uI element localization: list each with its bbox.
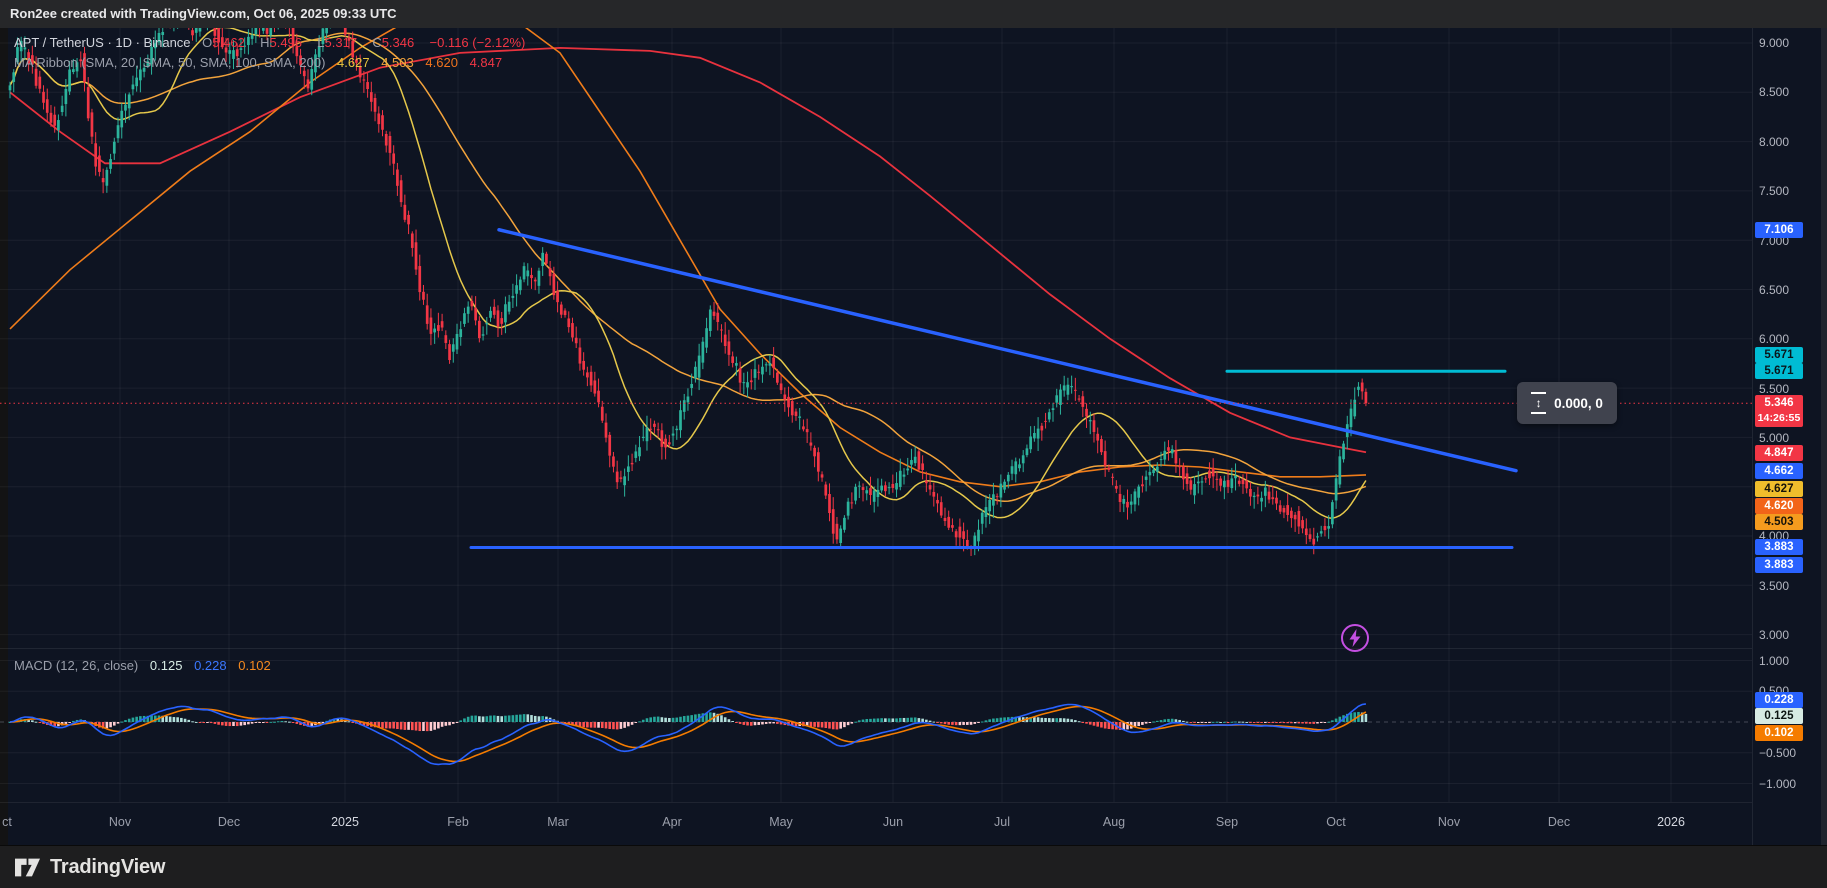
sma100-value: 4.620 <box>425 55 458 70</box>
time-tick-label: May <box>769 815 793 829</box>
time-scale[interactable]: ct Nov Dec 2025 Feb Mar Apr May Jun Jul Aug Sep Oct N… <box>0 802 1752 846</box>
price-badge: 0.228 <box>1755 692 1803 708</box>
time-tick-label: Aug <box>1103 815 1125 829</box>
measure-tooltip: ↕ 0.000, 0 <box>1517 382 1617 424</box>
time-tick-label: Sep <box>1216 815 1238 829</box>
axis-tick-label: 6.500 <box>1759 283 1789 297</box>
price-badge: 0.125 <box>1755 708 1803 724</box>
low-value: 5.317 <box>325 35 358 50</box>
open-value: 5.462 <box>212 35 245 50</box>
symbol-title[interactable]: APT / TetherUS · 1D · Binance <box>14 35 191 50</box>
tradingview-logo-mark <box>14 855 41 880</box>
tradingview-logo[interactable]: TradingView <box>14 855 165 880</box>
price-badge: 0.102 <box>1755 725 1803 741</box>
time-tick-label: Mar <box>547 815 569 829</box>
low-label: L <box>317 35 324 50</box>
measure-vertical-icon: ↕ <box>1531 392 1546 414</box>
attribution-bar: Ron2ee created with TradingView.com, Oct… <box>0 0 1827 28</box>
time-tick-label: Jun <box>883 815 903 829</box>
high-value: 5.496 <box>269 35 302 50</box>
time-tick-label: Feb <box>447 815 469 829</box>
macd-line-value: 0.228 <box>194 658 227 673</box>
pane-separator[interactable] <box>0 648 1752 649</box>
close-value: 5.346 <box>382 35 415 50</box>
price-badge: 4.662 <box>1755 463 1803 479</box>
price-badge: 4.627 <box>1755 481 1803 497</box>
macd-legend-row[interactable]: MACD (12, 26, close) 0.125 0.228 0.102 <box>14 658 271 673</box>
close-label: C <box>372 35 381 50</box>
price-badge: 5.671 <box>1755 347 1803 363</box>
time-tick-label: Apr <box>662 815 681 829</box>
attribution-text: Ron2ee created with TradingView.com, Oct… <box>10 6 397 21</box>
time-tick-label: Dec <box>1548 815 1570 829</box>
axis-tick-label: 6.000 <box>1759 332 1789 346</box>
macd-signal-value: 0.102 <box>238 658 271 673</box>
price-badge: 3.883 <box>1755 557 1803 573</box>
macd-hist-value: 0.125 <box>150 658 183 673</box>
macd-label[interactable]: MACD (12, 26, close) <box>14 658 138 673</box>
descending-trendline <box>499 230 1516 471</box>
time-tick-label: Nov <box>1438 815 1460 829</box>
measure-tooltip-text: 0.000, 0 <box>1554 396 1603 411</box>
time-tick-label: Oct <box>1326 815 1345 829</box>
price-badge: 4.847 <box>1755 445 1803 461</box>
axis-tick-label: 7.500 <box>1759 184 1789 198</box>
price-chart-canvas[interactable] <box>0 28 1752 648</box>
time-tick-label: Nov <box>109 815 131 829</box>
tradingview-logo-text: TradingView <box>50 856 165 879</box>
axis-tick-label: −0.500 <box>1759 746 1796 760</box>
price-badge: 4.503 <box>1755 514 1803 530</box>
axis-tick-label: 8.000 <box>1759 135 1789 149</box>
price-badge: 3.883 <box>1755 539 1803 555</box>
axis-tick-label: −1.000 <box>1759 777 1796 791</box>
flash-boost-icon[interactable] <box>1340 623 1370 653</box>
chart-legend: APT / TetherUS · 1D · Binance O5.462 H5.… <box>14 33 525 73</box>
open-label: O <box>202 35 212 50</box>
change-value: −0.116 (−2.12%) <box>430 35 526 50</box>
price-badge: 5.671 <box>1755 363 1803 379</box>
time-tick-label: ct <box>2 815 12 829</box>
tradingview-chart-window: Ron2ee created with TradingView.com, Oct… <box>0 0 1827 888</box>
current-price-badge: 5.34614:26:55 <box>1755 395 1803 427</box>
price-badge: 7.106 <box>1755 222 1803 238</box>
axis-tick-label: 9.000 <box>1759 36 1789 50</box>
symbol-legend-row[interactable]: APT / TetherUS · 1D · Binance O5.462 H5.… <box>14 33 525 53</box>
price-scale[interactable]: 9.0008.5008.0007.5007.0006.5006.0005.500… <box>1752 28 1827 845</box>
time-tick-label: 2025 <box>331 815 359 829</box>
axis-tick-label: 3.000 <box>1759 628 1789 642</box>
axis-tick-label: 5.500 <box>1759 382 1789 396</box>
axis-tick-label: 5.000 <box>1759 431 1789 445</box>
bottom-brand-bar: TradingView <box>0 845 1827 888</box>
ma-ribbon-legend-row[interactable]: MA Ribbon (SMA, 20, SMA, 50, SMA, 100, S… <box>14 53 525 73</box>
price-badge: 4.620 <box>1755 498 1803 514</box>
time-tick-label: 2026 <box>1657 815 1685 829</box>
sma50-value: 4.503 <box>381 55 414 70</box>
sma20-value: 4.627 <box>337 55 370 70</box>
time-tick-label: Jul <box>994 815 1010 829</box>
sma200-value: 4.847 <box>470 55 503 70</box>
axis-tick-label: 1.000 <box>1759 654 1789 668</box>
ma-ribbon-label[interactable]: MA Ribbon (SMA, 20, SMA, 50, SMA, 100, S… <box>14 55 325 70</box>
candlesticks <box>9 28 1368 556</box>
axis-tick-label: 8.500 <box>1759 85 1789 99</box>
axis-tick-label: 3.500 <box>1759 579 1789 593</box>
time-tick-label: Dec <box>218 815 240 829</box>
